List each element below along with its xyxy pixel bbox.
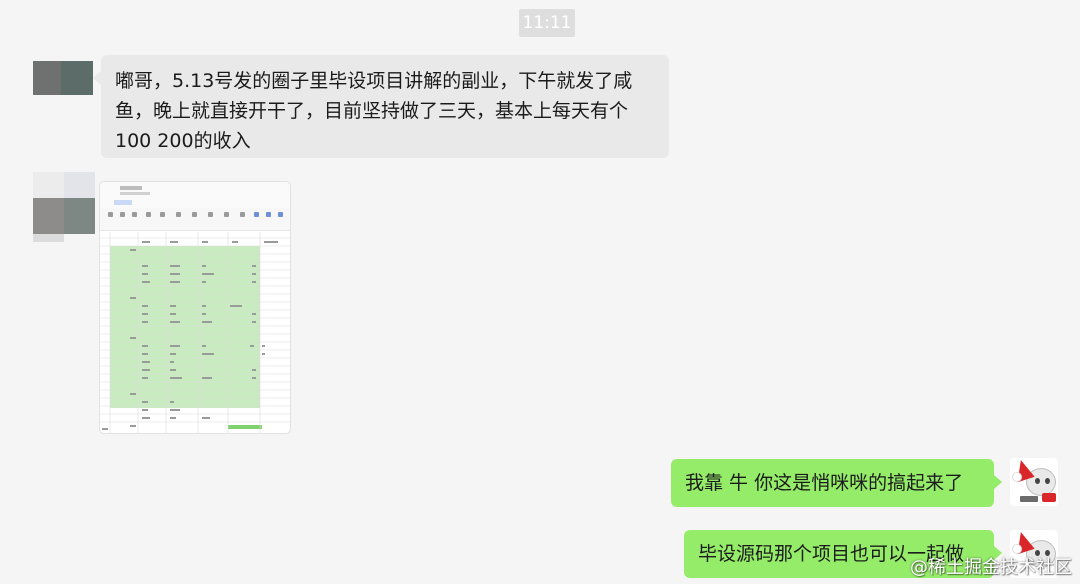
sheet-title [120,186,142,190]
toolbar-icon [146,212,151,217]
avatar-cell [33,61,61,95]
watermark-text: @稀土掘金技术社区 [910,557,1072,578]
sheet-tab [114,200,132,205]
toolbar-icon [160,212,165,217]
avatar-cell [64,198,95,234]
message-bubble-outgoing[interactable]: 我靠 牛 你这是悄咪咪的搞起来了 [671,459,1002,507]
sheet-titlebar [100,182,290,208]
toolbar-icon [240,212,245,217]
avatar-eye [1035,478,1040,484]
toolbar-icon [266,212,271,217]
timestamp-badge: 11:11 [519,9,575,37]
toolbar-icon [278,212,283,217]
message-bubble-incoming[interactable]: 嘟哥，5.13号发的圈子里毕设项目讲解的副业，下午就发了咸 鱼，晚上就直接开干了… [93,55,669,158]
avatar-cell [33,172,64,198]
avatar-cell [33,198,64,234]
toolbar-icon [120,212,125,217]
toolbar-icon [176,212,181,217]
toolbar-icon [192,212,197,217]
message-line: 鱼，晚上就直接开干了，目前坚持做了三天，基本上每天有个 [115,100,629,122]
toolbar-icon [224,212,229,217]
toolbar-icon [108,212,113,217]
contact-avatar-icon[interactable] [33,172,95,242]
avatar-cell [33,234,64,242]
message-line: 100 200的收入 [115,130,251,152]
message-line: 嘟哥，5.13号发的圈子里毕设项目讲解的副业，下午就发了咸 [115,70,633,92]
sheet-grid [100,232,290,433]
sheet-toolbar [100,208,290,231]
chat-window: 11:11 嘟哥，5.13号发的圈子里毕设项目讲解的副业，下午就发了咸 鱼，晚上… [0,0,1080,584]
avatar-cell [64,172,95,198]
spreadsheet-image-message[interactable] [100,182,290,433]
avatar-tag [1042,493,1056,502]
santa-hat-pom [1012,472,1022,482]
toolbar-icon [254,212,259,217]
contact-avatar-icon[interactable] [33,61,95,95]
my-avatar-icon[interactable] [1010,458,1058,506]
avatar-eye [1045,478,1050,484]
sheet-highlight [228,425,262,429]
avatar-cell [61,61,93,95]
toolbar-icon [132,212,137,217]
avatar-label [1020,496,1038,502]
sheet-subtitle [120,192,150,195]
toolbar-icon [208,212,213,217]
